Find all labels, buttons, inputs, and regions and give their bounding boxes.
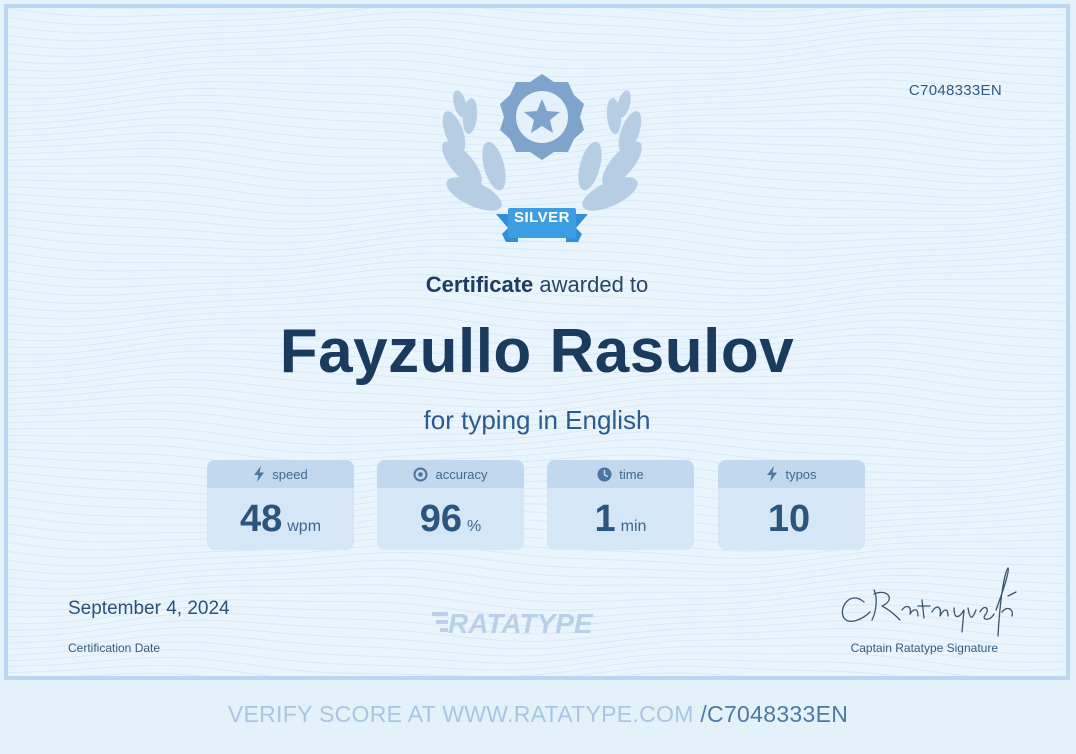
certification-date: September 4, 2024 [68, 598, 230, 619]
stat-label: time [619, 466, 644, 482]
wave-line [8, 508, 1066, 530]
verify-prefix: VERIFY SCORE AT WWW.RATATYPE.COM [227, 701, 694, 727]
stat-unit: % [467, 518, 482, 535]
wave-line [8, 8, 887, 20]
wave-line [8, 252, 1066, 275]
stat-header: typos [718, 460, 865, 488]
stat-value: 96 % [377, 488, 524, 550]
wave-line [8, 439, 1066, 462]
stat-header: accuracy [377, 460, 524, 488]
stat-card-accuracy: accuracy 96 % [377, 460, 524, 550]
certification-date-label: Certification Date [68, 641, 161, 655]
level-label: SILVER [513, 209, 571, 226]
target-icon [413, 467, 428, 481]
clock-icon [597, 467, 612, 481]
wave-line [8, 26, 1066, 50]
stat-header: time [547, 460, 694, 488]
stat-card-speed: speed 48 wpm [207, 460, 354, 550]
captain-signature [841, 567, 1017, 637]
ratatype-logo: RATATYPE [432, 608, 594, 638]
stat-label: typos [785, 466, 817, 482]
verify-link[interactable]: VERIFY SCORE AT WWW.RATATYPE.COM /C70483… [0, 701, 1076, 728]
wave-line [8, 501, 1066, 522]
headline-rest: awarded to [539, 272, 649, 297]
stat-card-time: time 1 min [547, 460, 694, 550]
wave-line [8, 8, 1033, 27]
headline-bold: Certificate [425, 272, 534, 297]
signature-label: Captain Ratatype Signature [850, 641, 998, 655]
stat-unit: wpm [287, 518, 322, 535]
certificate-id: C7048333EN [908, 82, 1002, 99]
silver-badge: SILVER [432, 66, 652, 252]
stat-card-typos: typos 10 [718, 460, 865, 550]
lightning-icon [254, 466, 265, 482]
stat-number: 48 [239, 498, 283, 540]
stat-number: 96 [419, 498, 463, 540]
logo-wordmark: RATATYPE [448, 608, 594, 638]
stat-value: 48 wpm [207, 488, 354, 550]
stat-label: speed [272, 466, 308, 482]
wave-line [8, 656, 1066, 676]
verify-code: /C7048333EN [700, 701, 849, 727]
wave-line [86, 8, 829, 12]
lightning-icon [767, 466, 778, 482]
stat-unit: min [620, 518, 647, 535]
stat-value: 10 [718, 488, 865, 550]
recipient-name: Fayzullo Rasulov [279, 317, 795, 386]
certificate-subtitle: for typing in English [423, 405, 651, 435]
wave-line [8, 487, 1066, 506]
wave-line [8, 446, 1066, 470]
stat-number: 1 [594, 498, 616, 540]
wave-line [8, 521, 1066, 545]
stat-number: 10 [767, 498, 811, 540]
stat-header: speed [207, 460, 354, 488]
certificate-headline: Certificate awarded to [8, 272, 1066, 298]
certificate-frame: C7048333EN SILVER Certificate awarded to… [4, 4, 1070, 680]
stat-value: 1 min [547, 488, 694, 550]
wave-line [8, 34, 1066, 57]
stat-label: accuracy [435, 466, 488, 482]
